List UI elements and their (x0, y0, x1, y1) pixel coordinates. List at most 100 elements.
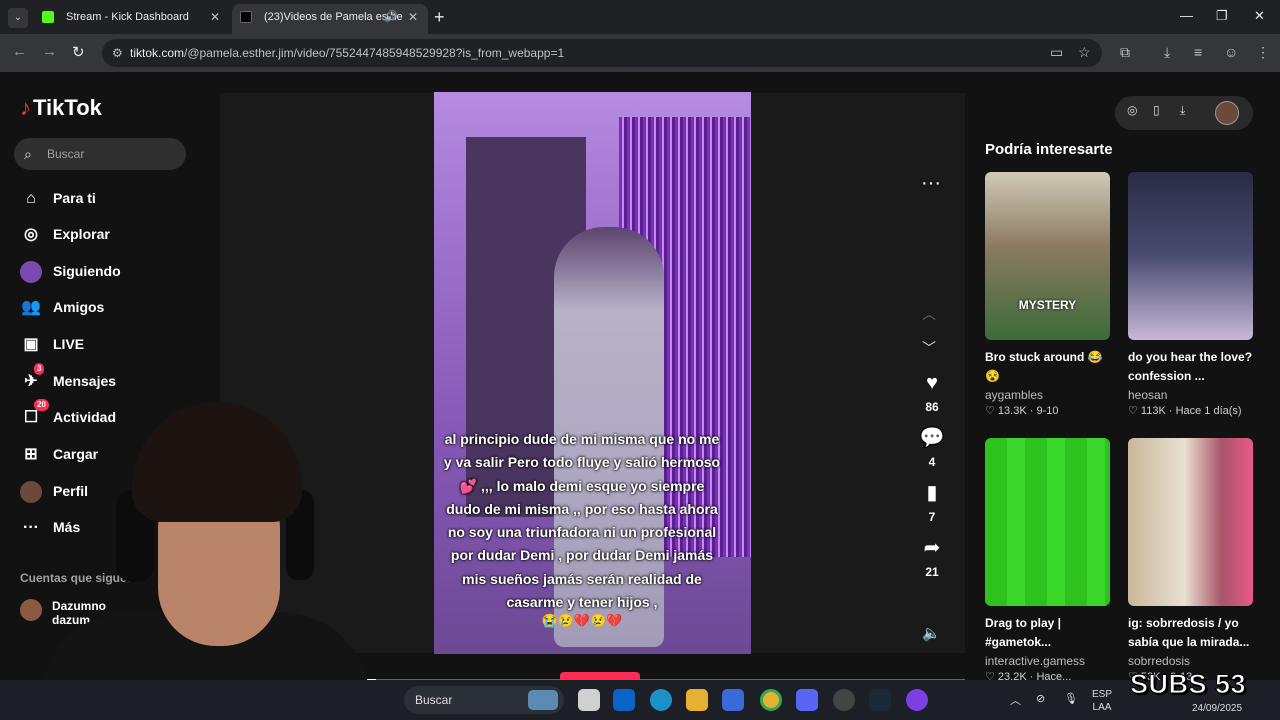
taskbar-search[interactable]: Buscar (404, 686, 564, 714)
thumbnail-overlay-text: MYSTERY (1018, 298, 1077, 312)
tiktok-logo[interactable]: ♪TikTok (20, 95, 102, 121)
live-indicator-bar (560, 672, 640, 680)
browser-tab-bar: ⌄ Stream - Kick Dashboard ✕ (23)Videos d… (0, 0, 1280, 34)
coins-icon[interactable]: ◎ (1127, 103, 1137, 117)
card-author[interactable]: interactive.gamess (985, 653, 1110, 669)
card-thumbnail[interactable] (1128, 172, 1253, 340)
recommendation-card[interactable]: do you hear the love? confession ... heo… (1128, 172, 1253, 419)
search-icon: ⌕ (24, 146, 32, 162)
recommendation-card[interactable]: ig: sobrredosis / yo sabía que la mirada… (1128, 438, 1253, 685)
site-info-icon[interactable]: ⚙ (112, 39, 123, 67)
downloads-icon[interactable]: ⤓ (1164, 44, 1170, 61)
bookmark-icon: ▮ (926, 482, 938, 504)
card-author[interactable]: heosan (1128, 387, 1253, 403)
close-tab-icon[interactable]: ✕ (408, 4, 418, 30)
address-bar[interactable]: ⚙ tiktok.com/@pamela.esther.jim/video/75… (102, 39, 1102, 67)
card-stats: ♡ 13.3K · 9-10 (985, 405, 1059, 417)
sidebar-item-para-ti[interactable]: ⌂ Para ti (20, 186, 96, 210)
reading-list-icon[interactable]: ≡ (1194, 44, 1202, 60)
file-explorer-icon[interactable] (686, 689, 708, 711)
tab-search-button[interactable]: ⌄ (8, 8, 28, 28)
logo-text: TikTok (33, 95, 102, 120)
tiktok-favicon-icon (240, 11, 252, 23)
browser-menu-icon[interactable]: ⋮ (1256, 44, 1270, 61)
task-view-icon[interactable] (578, 689, 600, 711)
microphone-icon[interactable]: 🎙 (1064, 692, 1078, 705)
discord-icon[interactable] (796, 689, 818, 711)
volume-icon[interactable]: 🔈 (922, 624, 941, 642)
following-avatar-icon (20, 261, 42, 284)
device-icon[interactable]: ▯ (1153, 103, 1160, 117)
friends-icon: 👥 (21, 299, 41, 316)
profile-icon[interactable]: ☺ (1224, 44, 1238, 60)
back-icon[interactable]: ← (12, 43, 27, 60)
chrome-icon[interactable] (760, 689, 782, 711)
previous-video-icon[interactable]: ︿ (922, 304, 936, 324)
like-button[interactable]: ♥ 86 (912, 372, 952, 414)
more-options-icon[interactable]: ··· (921, 172, 941, 195)
tab-title: (23)Videos de Pamela esthe (264, 11, 403, 23)
lang-bottom: LAA (1092, 702, 1112, 713)
like-count: 86 (925, 400, 939, 414)
card-title: Bro stuck around 😂😵 (985, 350, 1103, 383)
edge-icon[interactable] (650, 689, 672, 711)
card-title: do you hear the love? confession ... (1128, 350, 1253, 383)
window-close-icon[interactable]: ✕ (1254, 8, 1265, 24)
home-icon: ⌂ (26, 190, 36, 207)
forward-icon[interactable]: → (42, 43, 57, 60)
sidebar-item-amigos[interactable]: 👥 Amigos (20, 295, 104, 319)
tab-kick-dashboard[interactable]: Stream - Kick Dashboard ✕ (34, 4, 230, 34)
save-button[interactable]: ▮ 7 (912, 482, 952, 524)
next-video-icon[interactable]: ﹀ (922, 338, 936, 358)
bookmark-star-icon[interactable]: ☆ (1078, 44, 1091, 61)
cast-icon[interactable]: ▭ (1050, 44, 1063, 61)
url-host: tiktok.com (130, 46, 185, 60)
recommendation-card[interactable]: MYSTERY Bro stuck around 😂😵 aygambles ♡ … (985, 172, 1110, 419)
tray-network-icon[interactable]: ⊘ (1036, 692, 1045, 705)
sidebar-item-explorar[interactable]: ◎ Explorar (20, 222, 110, 246)
user-avatar[interactable] (1215, 101, 1239, 125)
card-thumbnail[interactable] (985, 438, 1110, 606)
sidebar-item-siguiendo[interactable]: Siguiendo (20, 259, 121, 284)
new-tab-button[interactable]: + (434, 7, 445, 28)
close-tab-icon[interactable]: ✕ (210, 4, 220, 30)
steam-icon[interactable] (869, 689, 891, 711)
comment-icon: 💬 (919, 427, 945, 449)
video-caption-emoji: 😭😢💔😢💔 (541, 613, 623, 628)
download-app-icon[interactable]: ⤓ (1180, 103, 1185, 118)
sidebar-item-live[interactable]: ▣ LIVE (20, 332, 84, 356)
card-thumbnail[interactable]: MYSTERY (985, 172, 1110, 340)
search-input[interactable]: ⌕ Buscar (14, 138, 186, 170)
language-indicator[interactable]: ESP LAA (1092, 688, 1112, 714)
clock-date[interactable]: 24/09/2025 (1192, 703, 1242, 714)
app-icon[interactable] (906, 689, 928, 711)
sidebar-item-label: Siguiendo (53, 263, 121, 279)
outlook-icon[interactable] (613, 689, 635, 711)
card-title: Drag to play | #gametok... (985, 616, 1062, 649)
minimize-icon[interactable]: — (1180, 8, 1193, 23)
taskbar-search-placeholder: Buscar (415, 693, 453, 707)
sidebar-item-mensajes[interactable]: ✈ 3 Mensajes (20, 363, 116, 393)
tab-tiktok-video[interactable]: (23)Videos de Pamela esthe 🔊 ✕ (232, 4, 428, 34)
kick-favicon-icon (42, 11, 54, 23)
comment-button[interactable]: 💬 4 (912, 427, 952, 469)
card-stats: ♡ 113K · Hace 1 día(s) (1128, 405, 1242, 417)
heart-icon: ♥ (926, 372, 938, 394)
share-button[interactable]: ➦ 21 (912, 537, 952, 579)
sidebar-item-label: LIVE (53, 336, 85, 352)
store-icon[interactable] (722, 689, 744, 711)
reload-icon[interactable]: ↻ (72, 43, 85, 61)
card-thumbnail[interactable] (1128, 438, 1253, 606)
url-path: /@pamela.esther.jim/video/75524474859485… (184, 46, 565, 60)
compass-icon: ◎ (24, 226, 38, 243)
lang-top: ESP (1092, 689, 1113, 700)
tray-chevron-icon[interactable]: ︿ (1010, 692, 1021, 708)
obs-icon[interactable] (833, 689, 855, 711)
tab-audio-icon[interactable]: 🔊 (384, 4, 398, 30)
maximize-icon[interactable]: ❐ (1216, 8, 1228, 24)
card-author[interactable]: aygambles (985, 387, 1110, 403)
card-author[interactable]: sobrredosis (1128, 653, 1253, 669)
subs-overlay-text: SUBS 53 (1129, 669, 1247, 700)
extensions-icon[interactable]: ⧉ (1120, 44, 1130, 61)
recommendation-card[interactable]: Drag to play | #gametok... interactive.g… (985, 438, 1110, 685)
